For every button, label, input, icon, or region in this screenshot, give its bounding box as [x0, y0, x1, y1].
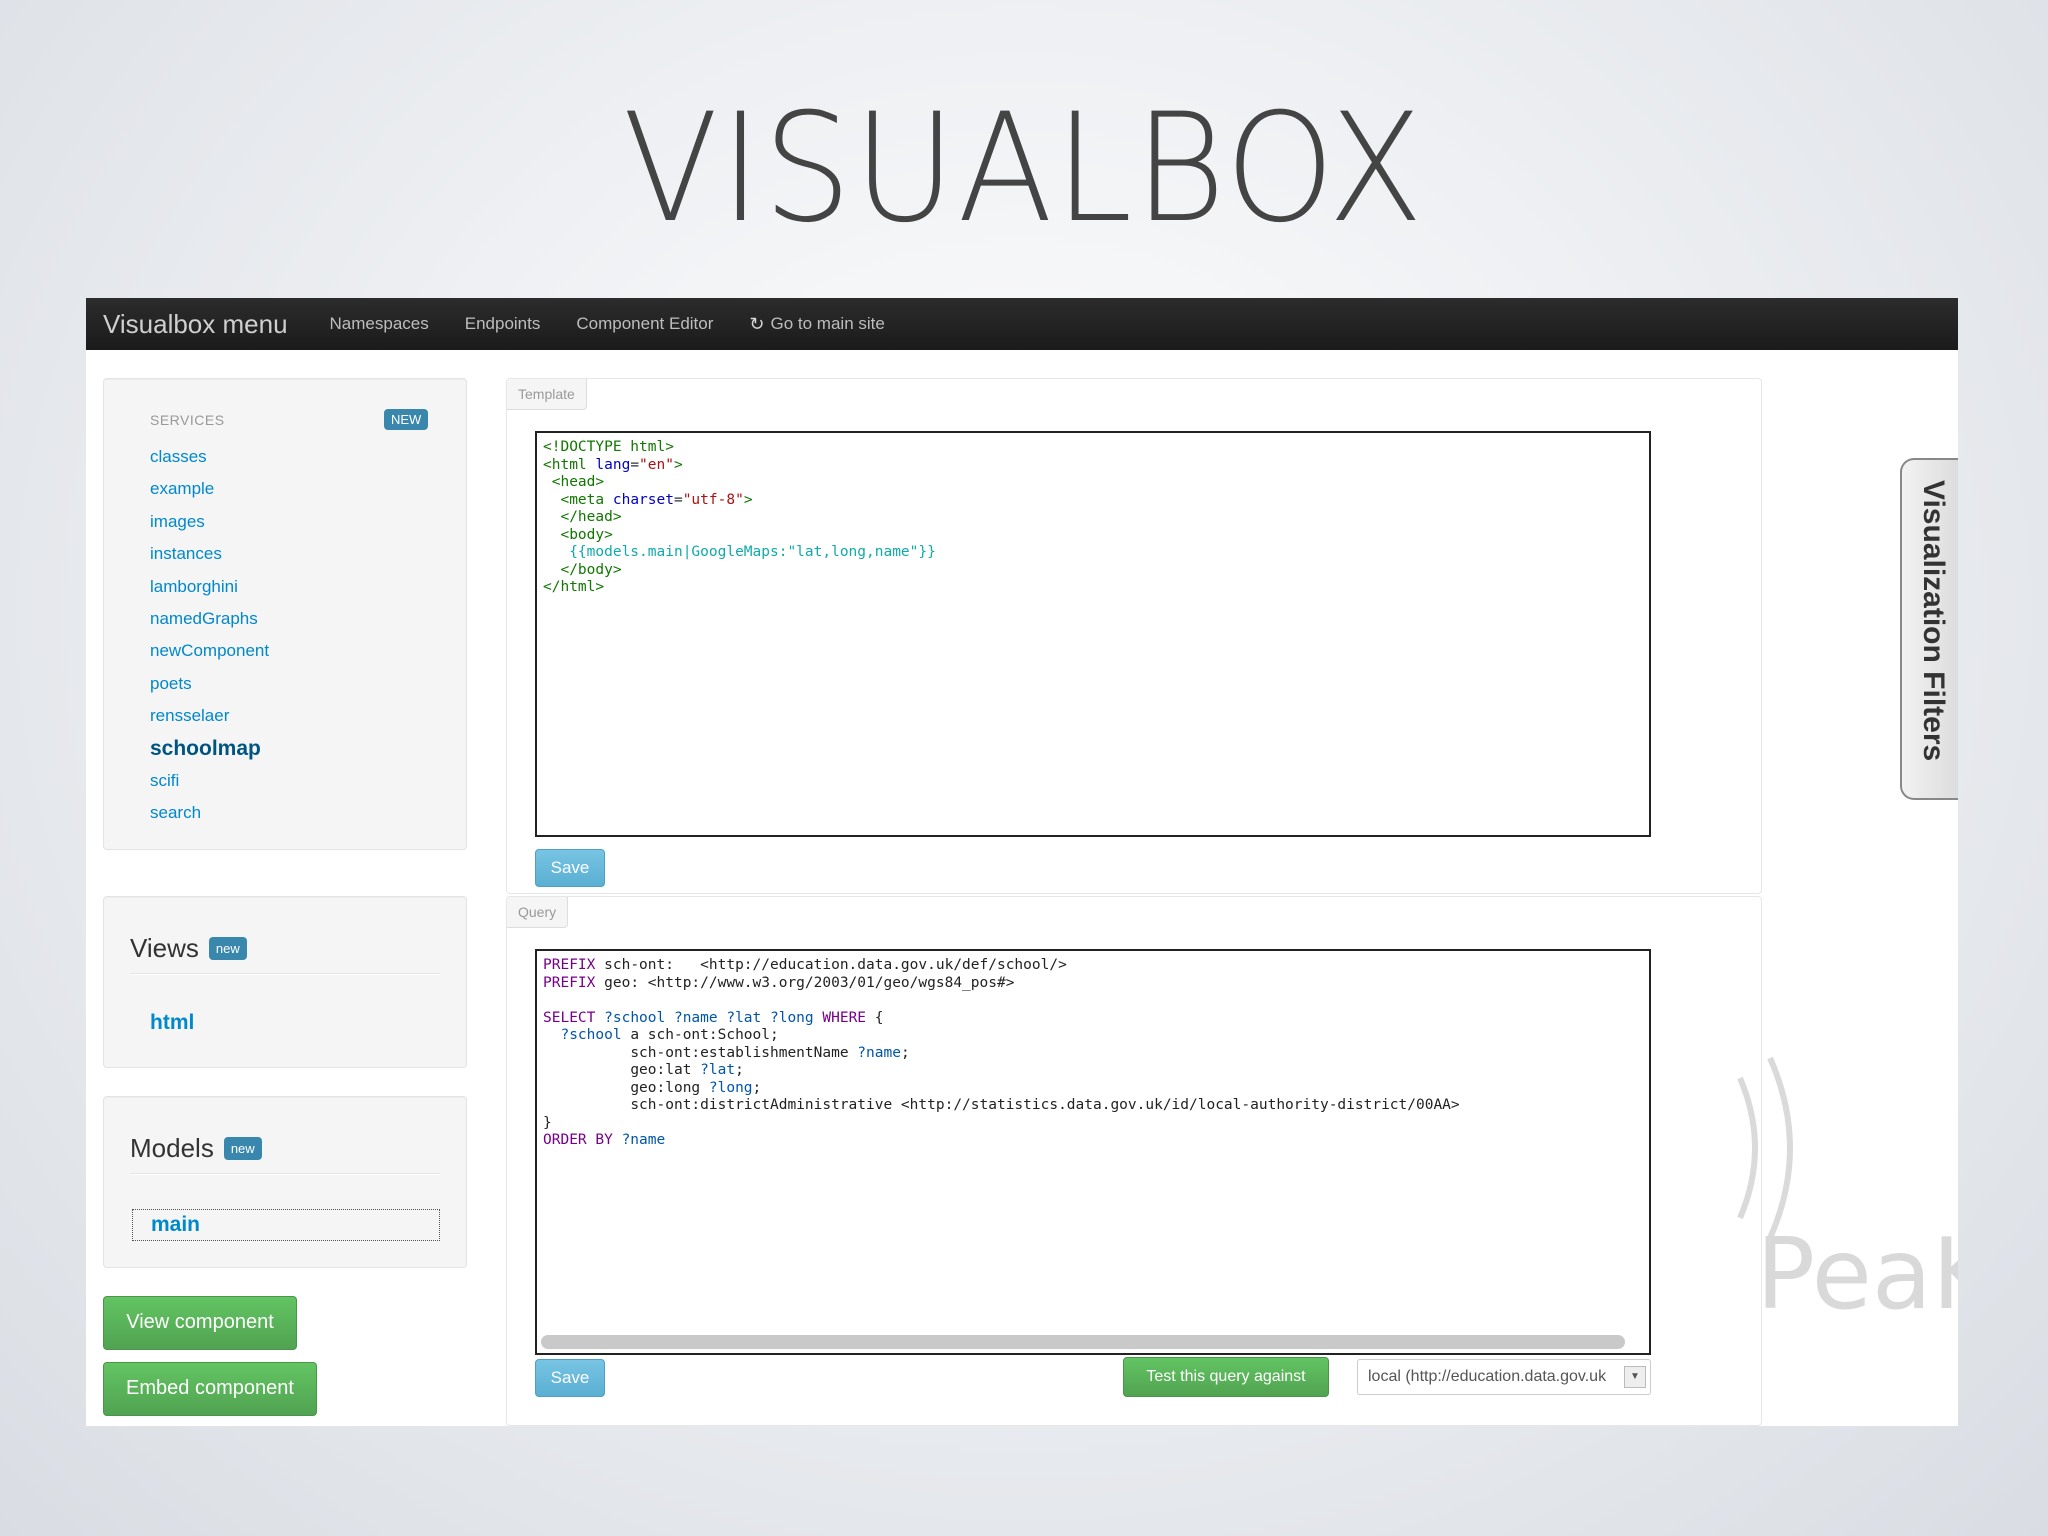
models-title-row: Models new: [130, 1133, 262, 1164]
nav-endpoints[interactable]: Endpoints: [465, 314, 541, 334]
code-line: geo:lat ?lat;: [630, 1062, 744, 1078]
models-title: Models: [130, 1133, 214, 1163]
services-new-badge: NEW: [384, 409, 429, 430]
view-item-html[interactable]: html: [150, 1011, 194, 1035]
code-line: </body>: [560, 561, 622, 578]
nav-go-to-main-site[interactable]: ↻ Go to main site: [749, 314, 884, 335]
slide-title: VISUALBOX: [622, 82, 1426, 256]
service-item-schoolmap[interactable]: schoolmap: [150, 733, 269, 765]
peakr-watermark-logo: PeaKr: [1674, 998, 1958, 1332]
services-panel: SERVICES NEW classes example images inst…: [103, 378, 467, 850]
navbar-brand[interactable]: Visualbox menu: [103, 309, 288, 340]
views-title-row: Views new: [130, 933, 247, 964]
service-item-instances[interactable]: instances: [150, 538, 269, 570]
view-component-button[interactable]: View component: [103, 1296, 297, 1350]
template-editor[interactable]: <!DOCTYPE html> <html lang="en"> <head> …: [535, 431, 1651, 837]
service-item-rensselaer[interactable]: rensselaer: [150, 700, 269, 732]
code-line: geo:long ?long;: [630, 1079, 762, 1096]
code-line: PREFIX sch-ont: <http://education.data.g…: [543, 957, 1067, 973]
models-panel: Models new main: [103, 1096, 467, 1268]
code-line: <head>: [551, 474, 605, 490]
horizontal-scrollbar[interactable]: [541, 1335, 1625, 1349]
views-panel: Views new html: [103, 896, 467, 1068]
endpoint-select-value: local (http://education.data.gov.uk: [1368, 1368, 1607, 1385]
code-line: <meta charset="utf-8">: [560, 491, 753, 508]
query-editor[interactable]: PREFIX sch-ont: <http://education.data.g…: [535, 949, 1651, 1355]
code-line: {{models.main|GoogleMaps:"lat,long,name"…: [569, 544, 936, 560]
chevron-down-icon: ▼: [1624, 1366, 1646, 1388]
code-line: PREFIX geo: <http://www.w3.org/2003/01/g…: [543, 974, 1015, 991]
code-line: }: [543, 1114, 552, 1131]
service-item-namedgraphs[interactable]: namedGraphs: [150, 603, 269, 635]
code-line: ?school a sch-ont:School;: [560, 1027, 779, 1043]
models-new-badge: new: [223, 1137, 262, 1160]
test-query-button[interactable]: Test this query against: [1123, 1357, 1329, 1397]
query-save-button[interactable]: Save: [535, 1359, 605, 1397]
code-line: <!DOCTYPE html>: [543, 439, 674, 455]
service-item-images[interactable]: images: [150, 506, 269, 538]
service-item-search[interactable]: search: [150, 797, 269, 829]
code-line: </head>: [560, 509, 622, 525]
service-item-example[interactable]: example: [150, 473, 269, 505]
query-tab[interactable]: Query: [507, 897, 569, 928]
nav-namespaces-label: Namespaces: [329, 314, 429, 333]
model-item-main[interactable]: main: [132, 1209, 440, 1241]
visualization-filters-tab[interactable]: Visualization Filters: [1900, 458, 1958, 800]
template-save-button[interactable]: Save: [535, 849, 605, 887]
visualization-filters-label: Visualization Filters: [1917, 480, 1950, 762]
views-divider: [130, 973, 440, 975]
nav-component-editor-label: Component Editor: [576, 314, 714, 333]
code-line: sch-ont:districtAdministrative <http://s…: [630, 1097, 1460, 1113]
code-line: SELECT ?school ?name ?lat ?long WHERE {: [543, 1009, 884, 1026]
services-list: classes example images instances lamborg…: [150, 441, 269, 830]
nav-component-editor[interactable]: Component Editor: [576, 314, 713, 334]
refresh-icon: ↻: [749, 313, 765, 334]
code-line: sch-ont:establishmentName ?name;: [630, 1044, 910, 1061]
template-tab[interactable]: Template: [507, 379, 587, 410]
query-panel: Query PREFIX sch-ont: <http://education.…: [506, 896, 1762, 1426]
code-line: <html lang="en">: [543, 456, 683, 473]
peakr-watermark-text: PeaKr: [1756, 1218, 1958, 1332]
service-item-poets[interactable]: poets: [150, 668, 269, 700]
app-screenshot: Visualbox menu Namespaces Endpoints Comp…: [86, 298, 1958, 1426]
views-title: Views: [130, 933, 199, 963]
embed-component-button[interactable]: Embed component: [103, 1362, 317, 1416]
code-line: ORDER BY ?name: [543, 1132, 666, 1148]
services-header: SERVICES: [150, 412, 225, 428]
endpoint-select[interactable]: local (http://education.data.gov.uk ▼: [1357, 1359, 1651, 1395]
service-item-newcomponent[interactable]: newComponent: [150, 635, 269, 667]
top-navbar: Visualbox menu Namespaces Endpoints Comp…: [86, 298, 1958, 350]
code-line: </html>: [543, 579, 605, 595]
nav-namespaces[interactable]: Namespaces: [330, 314, 429, 334]
service-item-lamborghini[interactable]: lamborghini: [150, 571, 269, 603]
service-item-classes[interactable]: classes: [150, 441, 269, 473]
nav-go-to-main-site-label: Go to main site: [770, 314, 885, 333]
code-line: <body>: [560, 526, 613, 543]
template-panel: Template <!DOCTYPE html> <html lang="en"…: [506, 378, 1762, 894]
nav-endpoints-label: Endpoints: [464, 314, 541, 333]
views-new-badge: new: [208, 937, 247, 960]
models-divider: [130, 1173, 440, 1175]
service-item-scifi[interactable]: scifi: [150, 765, 269, 797]
